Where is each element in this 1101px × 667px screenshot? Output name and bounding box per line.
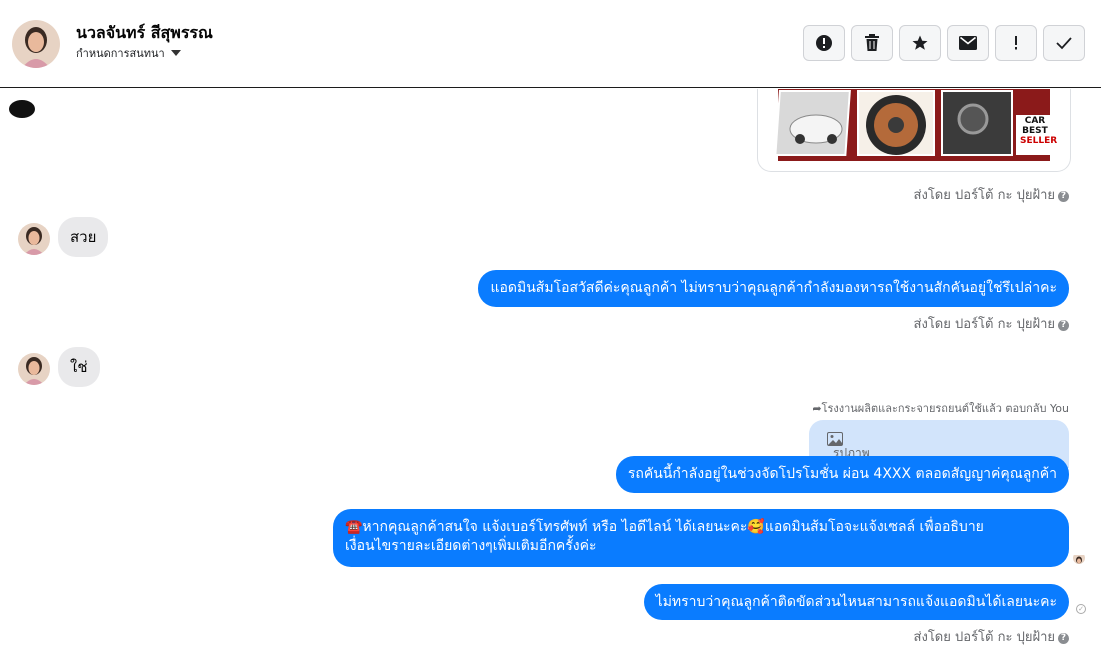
help-icon[interactable]: ?	[1058, 191, 1069, 202]
sent-by-note: ส่งโดย ปอร์โต้ กะ ปุยฝ้าย?	[914, 313, 1069, 334]
incoming-message[interactable]: ใช่	[58, 347, 100, 387]
conversation-schedule[interactable]: กำหนดการสนทนา	[76, 44, 181, 62]
outgoing-message[interactable]: แอดมินส้มโอสวัสดีค่ะคุณลูกค้า ไม่ทราบว่า…	[478, 270, 1069, 307]
exclamation-icon	[1015, 36, 1017, 50]
report-button[interactable]	[803, 25, 845, 61]
badge-line: CAR	[1024, 116, 1046, 126]
caret-down-icon	[170, 50, 181, 56]
contact-name[interactable]: นวลจันทร์ สีสุพรรณ	[76, 21, 213, 46]
sent-by-note: ส่งโดย ปอร์โต้ กะ ปุยฝ้าย?	[914, 184, 1069, 205]
star-button[interactable]	[899, 25, 941, 61]
flag-button[interactable]	[995, 25, 1037, 61]
best-seller-badge: CAR BEST SELLER	[1020, 116, 1058, 146]
contact-avatar-small[interactable]	[18, 353, 50, 385]
delete-button[interactable]	[851, 25, 893, 61]
mark-done-button[interactable]	[1043, 25, 1085, 61]
badge-line: SELLER	[1020, 136, 1058, 146]
badge-line: BEST	[1022, 126, 1048, 136]
reply-context-text: โรงงานผลิตและกระจายรถยนต์ใช้แล้ว ตอบกลับ…	[821, 402, 1069, 415]
message-line: ☎️หากคุณลูกค้าสนใจ แจ้งเบอร์โทรศัพท์ หรื…	[345, 519, 984, 535]
contact-avatar[interactable]	[12, 20, 60, 68]
check-icon	[1056, 37, 1072, 50]
outgoing-message[interactable]: ไม่ทราบว่าคุณลูกค้าติดขัดส่วนไหนสามารถแจ…	[643, 584, 1069, 620]
alert-circle-icon	[816, 35, 832, 51]
help-icon[interactable]: ?	[1058, 320, 1069, 331]
seen-avatar	[1073, 552, 1085, 564]
schedule-label: กำหนดการสนทนา	[76, 47, 165, 60]
mail-icon	[959, 36, 977, 50]
incoming-message[interactable]: สวย	[58, 217, 109, 257]
header-actions	[803, 25, 1085, 61]
shared-image-card[interactable]: CAR BEST SELLER	[757, 89, 1071, 172]
contact-avatar-small[interactable]	[18, 223, 50, 255]
sent-by-text: ส่งโดย ปอร์โต้ กะ ปุยฝ้าย	[913, 317, 1055, 332]
reply-context: ➦โรงงานผลิตและกระจายรถยนต์ใช้แล้ว ตอบกลั…	[812, 399, 1069, 417]
mark-unread-button[interactable]	[947, 25, 989, 61]
sent-by-text: ส่งโดย ปอร์โต้ กะ ปุยฝ้าย	[913, 188, 1055, 203]
sent-by-note: ส่งโดย ปอร์โต้ กะ ปุยฝ้าย?	[914, 626, 1069, 647]
delivered-icon: ✓	[1076, 604, 1086, 614]
outgoing-message[interactable]: รถคันนี้กำลังอยู่ในช่วงจัดโปรโมชั่น ผ่อน…	[615, 456, 1069, 493]
page-logo	[9, 100, 35, 118]
help-icon[interactable]: ?	[1058, 633, 1069, 644]
star-icon	[912, 35, 928, 50]
outgoing-message[interactable]: ☎️หากคุณลูกค้าสนใจ แจ้งเบอร์โทรศัพท์ หรื…	[333, 509, 1069, 567]
trash-icon	[865, 34, 879, 51]
conversation-header: นวลจันทร์ สีสุพรรณ กำหนดการสนทนา	[0, 0, 1101, 88]
message-line: เงื่อนไขรายละเอียดต่างๆเพิ่มเติมอีกครั้ง…	[345, 538, 597, 554]
reply-arrow-icon: ➦	[812, 402, 822, 415]
sent-by-text: ส่งโดย ปอร์โต้ กะ ปุยฝ้าย	[913, 630, 1055, 645]
